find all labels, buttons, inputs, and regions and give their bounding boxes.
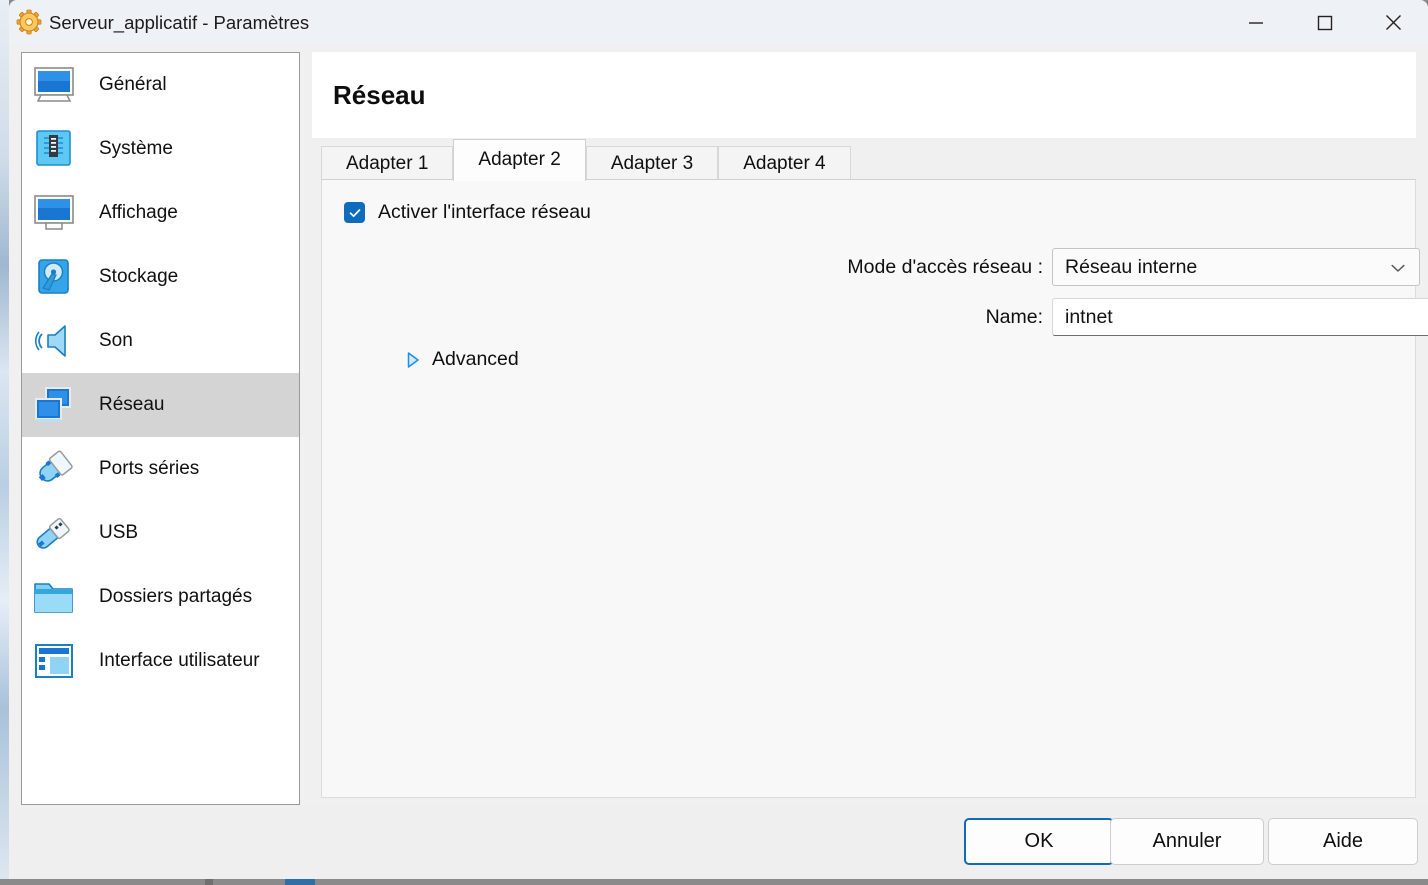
sidebar-item-usb[interactable]: USB [22, 501, 299, 565]
sidebar-item-label: Stockage [99, 266, 179, 287]
tab-adapter-3[interactable]: Adapter 3 [585, 146, 719, 180]
help-button-label: Aide [1322, 830, 1364, 852]
title-bar: Serveur_applicatif - Paramètres [9, 0, 1428, 45]
taskbar-hint-blue [285, 879, 315, 885]
close-icon[interactable] [1359, 0, 1428, 45]
attached-to-row: Mode d'accès réseau : Réseau interne [322, 248, 1420, 286]
sidebar-item-audio[interactable]: Son [22, 309, 299, 373]
sidebar-item-label: USB [99, 522, 139, 543]
advanced-disclosure[interactable]: Advanced [403, 348, 519, 371]
dialog-footer: OK Annuler Aide [9, 805, 1428, 879]
ok-button-label: OK [1024, 830, 1054, 852]
tab-label: Adapter 1 [346, 153, 429, 174]
sidebar-item-system[interactable]: Système [22, 117, 299, 181]
sidebar-item-label: Affichage [99, 202, 178, 223]
chip-icon [31, 126, 77, 172]
usb-icon [31, 510, 77, 556]
adapter-tabs: Adapter 1 Adapter 2 Adapter 3 Adapter 4 [312, 138, 1428, 798]
sidebar-item-label: Son [99, 330, 133, 351]
harddisk-icon [31, 254, 77, 300]
page-title: Réseau [333, 80, 426, 110]
speaker-icon [31, 318, 77, 364]
settings-window: Serveur_applicatif - Paramètres Général … [9, 0, 1428, 879]
network-name-label: Name: [985, 305, 1043, 328]
ok-button[interactable]: OK [964, 818, 1114, 865]
page-header: Réseau [312, 52, 1416, 138]
sidebar-item-label: Système [99, 138, 173, 159]
cancel-button[interactable]: Annuler [1110, 818, 1264, 865]
enable-network-adapter-row[interactable]: Activer l'interface réseau [344, 201, 591, 224]
folder-icon [31, 574, 77, 620]
network-icon [31, 382, 77, 428]
sidebar-item-general[interactable]: Général [22, 53, 299, 117]
adapter-2-panel: Activer l'interface réseau Mode d'accès … [321, 179, 1428, 798]
sidebar-item-label: Réseau [99, 394, 165, 415]
network-name-value: intnet [1065, 305, 1113, 328]
background-window-left-edge [0, 0, 9, 885]
monitor-icon [31, 62, 77, 108]
tab-label: Adapter 2 [478, 149, 561, 170]
settings-detail-pane: Réseau Adapter 1 Adapter 2 Adapter 3 Ada… [312, 52, 1428, 805]
attached-to-value: Réseau interne [1065, 255, 1198, 278]
tab-label: Adapter 3 [610, 153, 694, 174]
help-button[interactable]: Aide [1268, 818, 1418, 865]
network-name-input[interactable]: intnet [1052, 298, 1428, 336]
display-icon [31, 190, 77, 236]
taskbar-hint-gray [205, 879, 213, 885]
sidebar-item-label: Dossiers partagés [99, 586, 253, 607]
check-icon [349, 208, 360, 217]
sidebar-item-label: Interface utilisateur [99, 650, 260, 671]
serial-port-icon [31, 446, 77, 492]
sidebar-item-display[interactable]: Affichage [22, 181, 299, 245]
chevron-down-icon [1387, 249, 1409, 287]
tab-label: Adapter 4 [743, 153, 826, 174]
cancel-button-label: Annuler [1152, 830, 1222, 852]
sidebar-item-user-interface[interactable]: Interface utilisateur [22, 629, 299, 693]
layout-icon [31, 638, 77, 684]
sidebar-item-shared-folders[interactable]: Dossiers partagés [22, 565, 299, 629]
background-taskbar-strip [0, 879, 1428, 885]
settings-category-list[interactable]: Général Système Affichage Stockage Son R… [21, 52, 300, 805]
attached-to-label: Mode d'accès réseau : [847, 255, 1043, 278]
sidebar-item-serial-ports[interactable]: Ports séries [22, 437, 299, 501]
tab-row: Adapter 1 Adapter 2 Adapter 3 Adapter 4 [312, 138, 1416, 181]
network-name-row: Name: intnet [322, 298, 1428, 336]
sidebar-item-label: Général [99, 74, 167, 95]
tab-adapter-1[interactable]: Adapter 1 [321, 146, 454, 180]
tab-adapter-4[interactable]: Adapter 4 [718, 146, 851, 180]
sidebar-item-label: Ports séries [99, 458, 200, 479]
triangle-right-icon[interactable] [403, 350, 423, 370]
gear-icon [15, 8, 43, 36]
enable-network-adapter-label: Activer l'interface réseau [378, 201, 591, 223]
tab-adapter-2[interactable]: Adapter 2 [453, 139, 586, 181]
sidebar-item-network[interactable]: Réseau [22, 373, 299, 437]
window-title: Serveur_applicatif - Paramètres [49, 12, 310, 33]
minimize-icon[interactable] [1221, 0, 1290, 45]
enable-network-adapter-checkbox[interactable] [344, 202, 365, 223]
advanced-label: Advanced [432, 348, 519, 370]
attached-to-select[interactable]: Réseau interne [1052, 248, 1420, 286]
sidebar-item-storage[interactable]: Stockage [22, 245, 299, 309]
maximize-icon[interactable] [1290, 0, 1359, 45]
